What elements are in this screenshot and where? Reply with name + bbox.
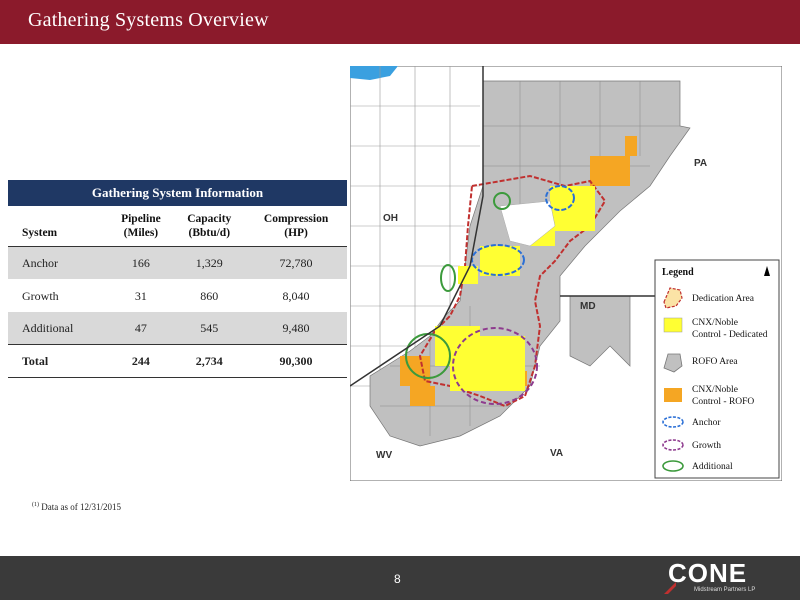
table-row: Anchor 166 1,329 72,780 [8,246,347,280]
table-header-row: System Pipeline (Miles) Capacity (Bbtu/d) … [8,206,347,247]
table-total-row: Total 244 2,734 90,300 [8,344,347,378]
footnote: (1) Data as of 12/31/2015 [32,502,121,512]
logo-name: CONE [668,558,748,588]
cell-pipeline: 244 [108,344,174,378]
table-row: Growth 31 860 8,040 [8,280,347,313]
footnote-marker: (1) [32,502,39,508]
state-label-va: VA [550,448,563,459]
legend-title: Legend [662,267,694,278]
legend-label-dedicated-2: Control - Dedicated [692,330,768,340]
legend-label-dedicated-1: CNX/Noble [692,318,738,328]
cell-capacity: 545 [173,312,246,345]
state-label-wv: WV [376,450,392,461]
legend-label-anchor: Anchor [692,418,721,428]
legend-label-rofo-2: Control - ROFO [692,397,754,407]
cell-compression: 8,040 [282,288,310,303]
state-label-pa: PA [694,158,707,169]
col-header-system: System [8,206,109,247]
legend-label-additional: Additional [692,462,733,472]
cell-compression: 90,300 [245,344,347,378]
cell-capacity: 1,329 [173,246,246,280]
cell-pipeline: 47 [108,312,174,345]
col-header-compression: Compression (HP) [245,206,347,247]
cell-system: Anchor [8,246,109,280]
title-bar: Gathering Systems Overview [0,0,800,44]
table-title: Gathering System Information [8,180,347,206]
rofo-swatch [664,388,682,402]
cell-system: Growth [22,288,59,303]
gathering-system-table: Gathering System Information System Pipe… [8,180,347,378]
page-title: Gathering Systems Overview [28,9,269,31]
rofo-area-md [569,295,631,367]
legend-label-rofo-1: CNX/Noble [692,385,738,395]
state-label-md: MD [580,301,596,312]
legend-label-dedication: Dedication Area [692,294,755,304]
cell-system: Total [8,344,109,378]
cell-capacity: 2,734 [173,344,246,378]
gathering-systems-map: OH PA MD WV VA Legend Dedication Area CN… [350,66,782,481]
cone-logo: CONE Midstream Partners LP [664,558,774,596]
footnote-text: Data as of 12/31/2015 [41,502,121,512]
cell-pipeline: 31 [134,288,147,303]
cell-compression: 9,480 [245,312,347,345]
cell-capacity: 860 [200,288,219,303]
table-grid: System Pipeline (Miles) Capacity (Bbtu/d) … [8,206,347,378]
page-number: 8 [394,572,401,586]
dedicated-swatch [663,317,683,333]
logo-subtitle: Midstream Partners LP [694,587,756,593]
legend-label-rofo-area: ROFO Area [692,357,738,367]
state-label-oh: OH [383,213,398,224]
cell-pipeline: 166 [108,246,174,280]
cell-compression: 72,780 [245,246,347,280]
col-header-pipeline: Pipeline (Miles) [108,206,174,247]
cell-system: Additional [8,312,109,345]
table-row: Additional 47 545 9,480 [8,312,347,345]
map-legend: Legend Dedication Area CNX/Noble Control… [654,259,780,479]
legend-label-growth: Growth [692,441,721,451]
col-header-capacity: Capacity (Bbtu/d) [173,206,246,247]
